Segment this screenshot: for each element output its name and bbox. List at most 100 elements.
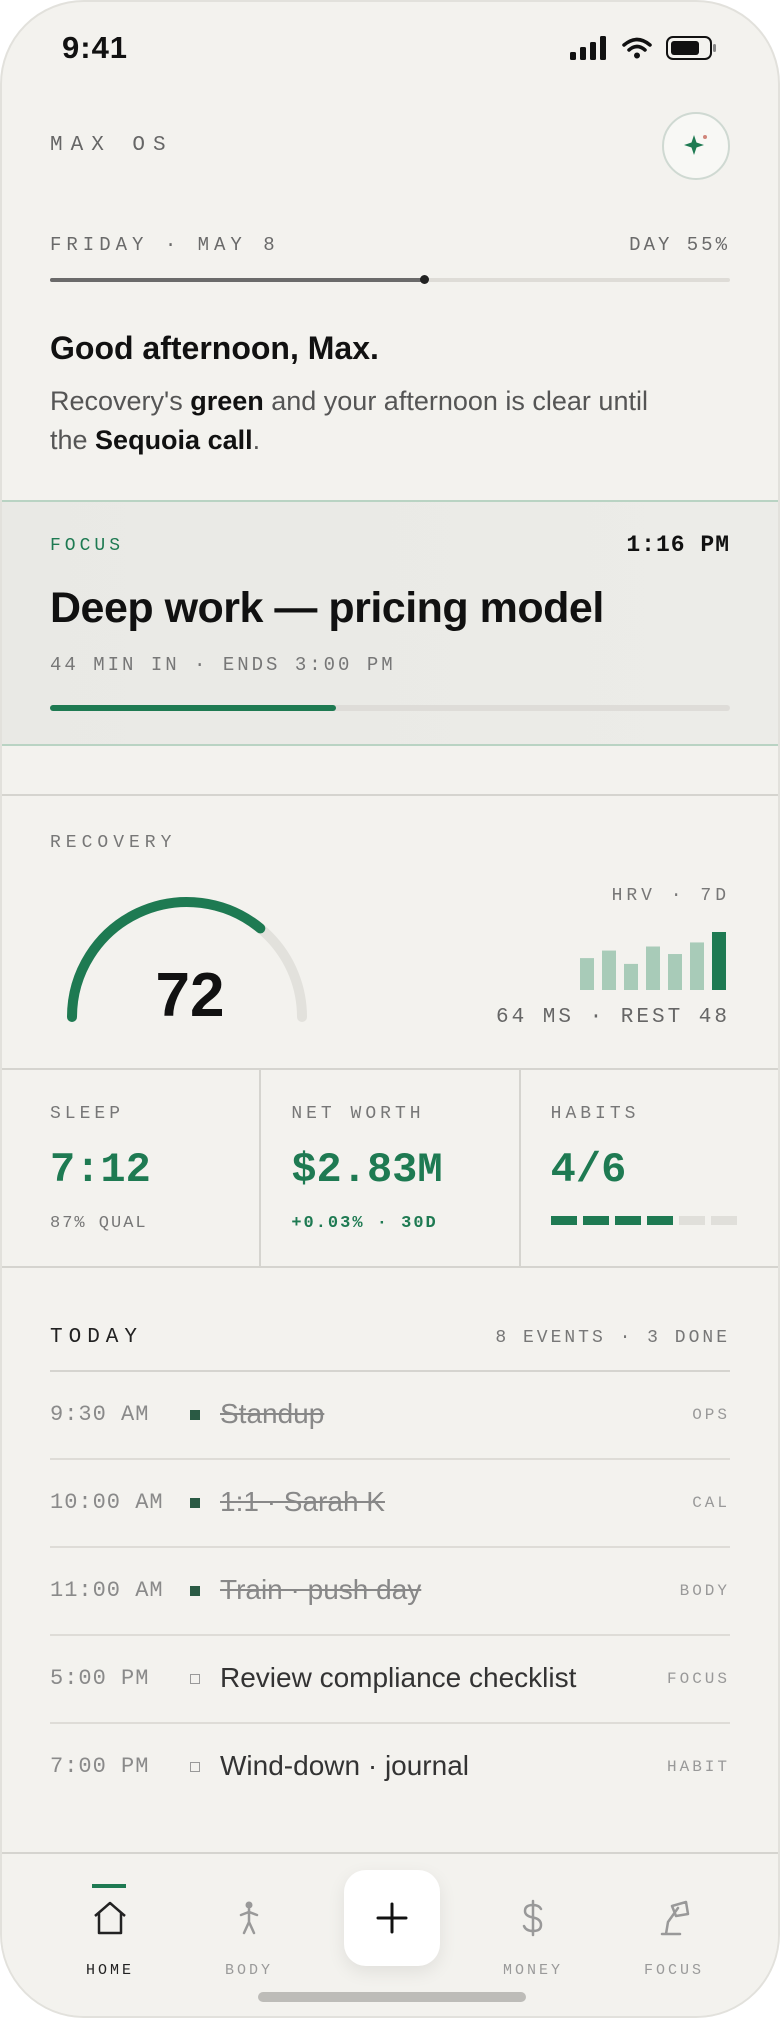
greeting-title: Good afternoon, Max. xyxy=(50,330,379,366)
hrv-bar xyxy=(712,932,726,990)
signal-icon xyxy=(570,36,606,60)
stat-label: SLEEP xyxy=(50,1104,125,1124)
add-button[interactable] xyxy=(344,1870,440,1966)
event-title: Standup xyxy=(220,1398,325,1429)
habit-segment xyxy=(550,1216,577,1225)
day-progress-label: DAY 55% xyxy=(629,234,730,256)
date-label: FRIDAY · MAY 8 xyxy=(50,234,280,256)
home-icon xyxy=(94,1901,126,1935)
event-row[interactable]: 9:30 AM Standup OPS xyxy=(50,1372,730,1460)
recovery-score: 72 xyxy=(155,961,225,1030)
event-list: 9:30 AM Standup OPS 10:00 AM 1:1 · Sarah… xyxy=(50,1372,730,1812)
habit-segment xyxy=(710,1216,737,1225)
stat-sleep[interactable]: SLEEP 7:12 87% QUAL xyxy=(2,1070,259,1266)
event-title: Review compliance checklist xyxy=(220,1662,577,1693)
tab-body[interactable]: BODY xyxy=(194,1854,304,1994)
summary-text: . xyxy=(252,425,261,455)
event-status-marker xyxy=(190,1586,200,1596)
app-screen: 9:41 MAX OS FRIDAY · MAY 8 DAY 55% Good … xyxy=(0,0,780,2018)
summary-highlight-event: Sequoia call xyxy=(95,425,253,455)
tab-label: BODY xyxy=(224,1962,273,1979)
date-row: FRIDAY · MAY 8 DAY 55% xyxy=(50,234,730,256)
today-meta: 8 EVENTS · 3 DONE xyxy=(495,1328,730,1348)
stat-habits[interactable]: HABITS 4/6 xyxy=(518,1070,778,1266)
tab-money[interactable]: MONEY xyxy=(478,1854,588,1994)
focus-label: FOCUS xyxy=(50,536,125,556)
hrv-bar xyxy=(690,942,704,990)
focus-progress-fill xyxy=(50,705,336,711)
stat-value: $2.83M xyxy=(291,1146,443,1194)
focus-card[interactable]: FOCUS 1:16 PM Deep work — pricing model … xyxy=(2,500,778,746)
app-title: MAX OS xyxy=(50,134,174,157)
greeting-summary: Recovery's green and your afternoon is c… xyxy=(50,382,690,460)
habit-segment xyxy=(646,1216,673,1225)
tab-label: FOCUS xyxy=(643,1962,704,1979)
event-time: 5:00 PM xyxy=(50,1666,150,1691)
stat-value: 7:12 xyxy=(50,1146,151,1194)
event-status-marker xyxy=(190,1762,200,1772)
home-indicator xyxy=(258,1992,526,2002)
sparkle-icon xyxy=(684,135,707,155)
tab-home[interactable]: HOME xyxy=(55,1854,165,1994)
section-divider xyxy=(2,794,778,796)
recovery-label: RECOVERY xyxy=(50,833,177,853)
hrv-bar xyxy=(646,946,660,990)
habit-segment xyxy=(678,1216,705,1225)
assistant-button[interactable] xyxy=(662,112,730,180)
hrv-bar xyxy=(668,954,682,990)
stat-sub: 87% QUAL xyxy=(50,1214,148,1233)
event-status-marker xyxy=(190,1674,200,1684)
event-row[interactable]: 11:00 AM Train · push day BODY xyxy=(50,1548,730,1636)
today-label: TODAY xyxy=(50,1326,144,1349)
stats-row: SLEEP 7:12 87% QUAL NET WORTH $2.83M +0.… xyxy=(2,1068,778,1268)
hrv-bar xyxy=(624,963,638,990)
focus-progress-bar xyxy=(50,705,730,711)
event-time: 10:00 AM xyxy=(50,1490,164,1515)
day-progress-bar xyxy=(50,275,730,284)
event-row[interactable]: 10:00 AM 1:1 · Sarah K CAL xyxy=(50,1460,730,1548)
hrv-bar xyxy=(602,950,616,990)
person-icon xyxy=(239,1901,259,1935)
status-icons xyxy=(570,36,718,60)
stat-net-worth[interactable]: NET WORTH $2.83M +0.03% · 30D xyxy=(259,1070,518,1266)
hrv-chart[interactable] xyxy=(580,932,730,990)
lamp-icon xyxy=(660,1900,690,1936)
stat-value: 4/6 xyxy=(550,1146,627,1194)
event-status-marker xyxy=(190,1498,200,1508)
status-time: 9:41 xyxy=(62,30,129,65)
summary-text: Recovery's xyxy=(50,386,191,416)
status-bar: 9:41 xyxy=(2,30,778,70)
tab-label: HOME xyxy=(85,1962,134,1979)
focus-meta: 44 MIN IN · ENDS 3:00 PM xyxy=(50,654,396,676)
event-title: Train · push day xyxy=(220,1574,422,1605)
battery-icon xyxy=(666,36,716,60)
event-tag: FOCUS xyxy=(666,1670,730,1688)
event-row[interactable]: 7:00 PM Wind-down · journal HABIT xyxy=(50,1724,730,1812)
focus-clock: 1:16 PM xyxy=(626,532,730,558)
habit-segment xyxy=(582,1216,609,1225)
summary-highlight-status: green xyxy=(190,386,264,416)
hrv-label: HRV · 7D xyxy=(611,886,730,906)
habit-segment xyxy=(614,1216,641,1225)
day-progress-marker xyxy=(420,275,429,284)
event-title: 1:1 · Sarah K xyxy=(220,1486,385,1517)
event-time: 11:00 AM xyxy=(50,1578,164,1603)
hrv-bar xyxy=(580,958,594,990)
event-time: 7:00 PM xyxy=(50,1754,150,1779)
tab-focus[interactable]: FOCUS xyxy=(619,1854,729,1994)
habit-progress xyxy=(550,1216,737,1225)
event-tag: CAL xyxy=(692,1494,730,1512)
event-tag: HABIT xyxy=(666,1758,730,1776)
event-tag: OPS xyxy=(692,1406,730,1424)
hrv-meta: 64 MS · REST 48 xyxy=(495,1006,730,1029)
active-tab-indicator xyxy=(92,1884,126,1888)
event-row[interactable]: 5:00 PM Review compliance checklist FOCU… xyxy=(50,1636,730,1724)
stat-sub: +0.03% · 30D xyxy=(291,1214,438,1233)
event-tag: BODY xyxy=(679,1582,730,1600)
tab-label: MONEY xyxy=(502,1962,563,1979)
event-time: 9:30 AM xyxy=(50,1402,150,1427)
wifi-icon xyxy=(622,37,652,59)
day-progress-fill xyxy=(50,278,424,282)
event-title: Wind-down · journal xyxy=(220,1750,469,1781)
stat-label: NET WORTH xyxy=(291,1104,425,1124)
